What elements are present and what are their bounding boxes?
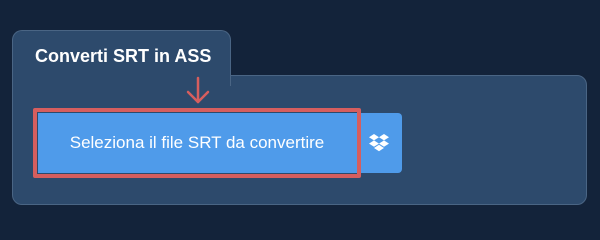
select-file-button[interactable]: Seleziona il file SRT da convertire (38, 113, 356, 173)
dropbox-button[interactable] (356, 113, 402, 173)
dropbox-icon (369, 134, 389, 152)
panel-title: Converti SRT in ASS (35, 46, 212, 66)
arrow-down-icon (186, 76, 210, 104)
